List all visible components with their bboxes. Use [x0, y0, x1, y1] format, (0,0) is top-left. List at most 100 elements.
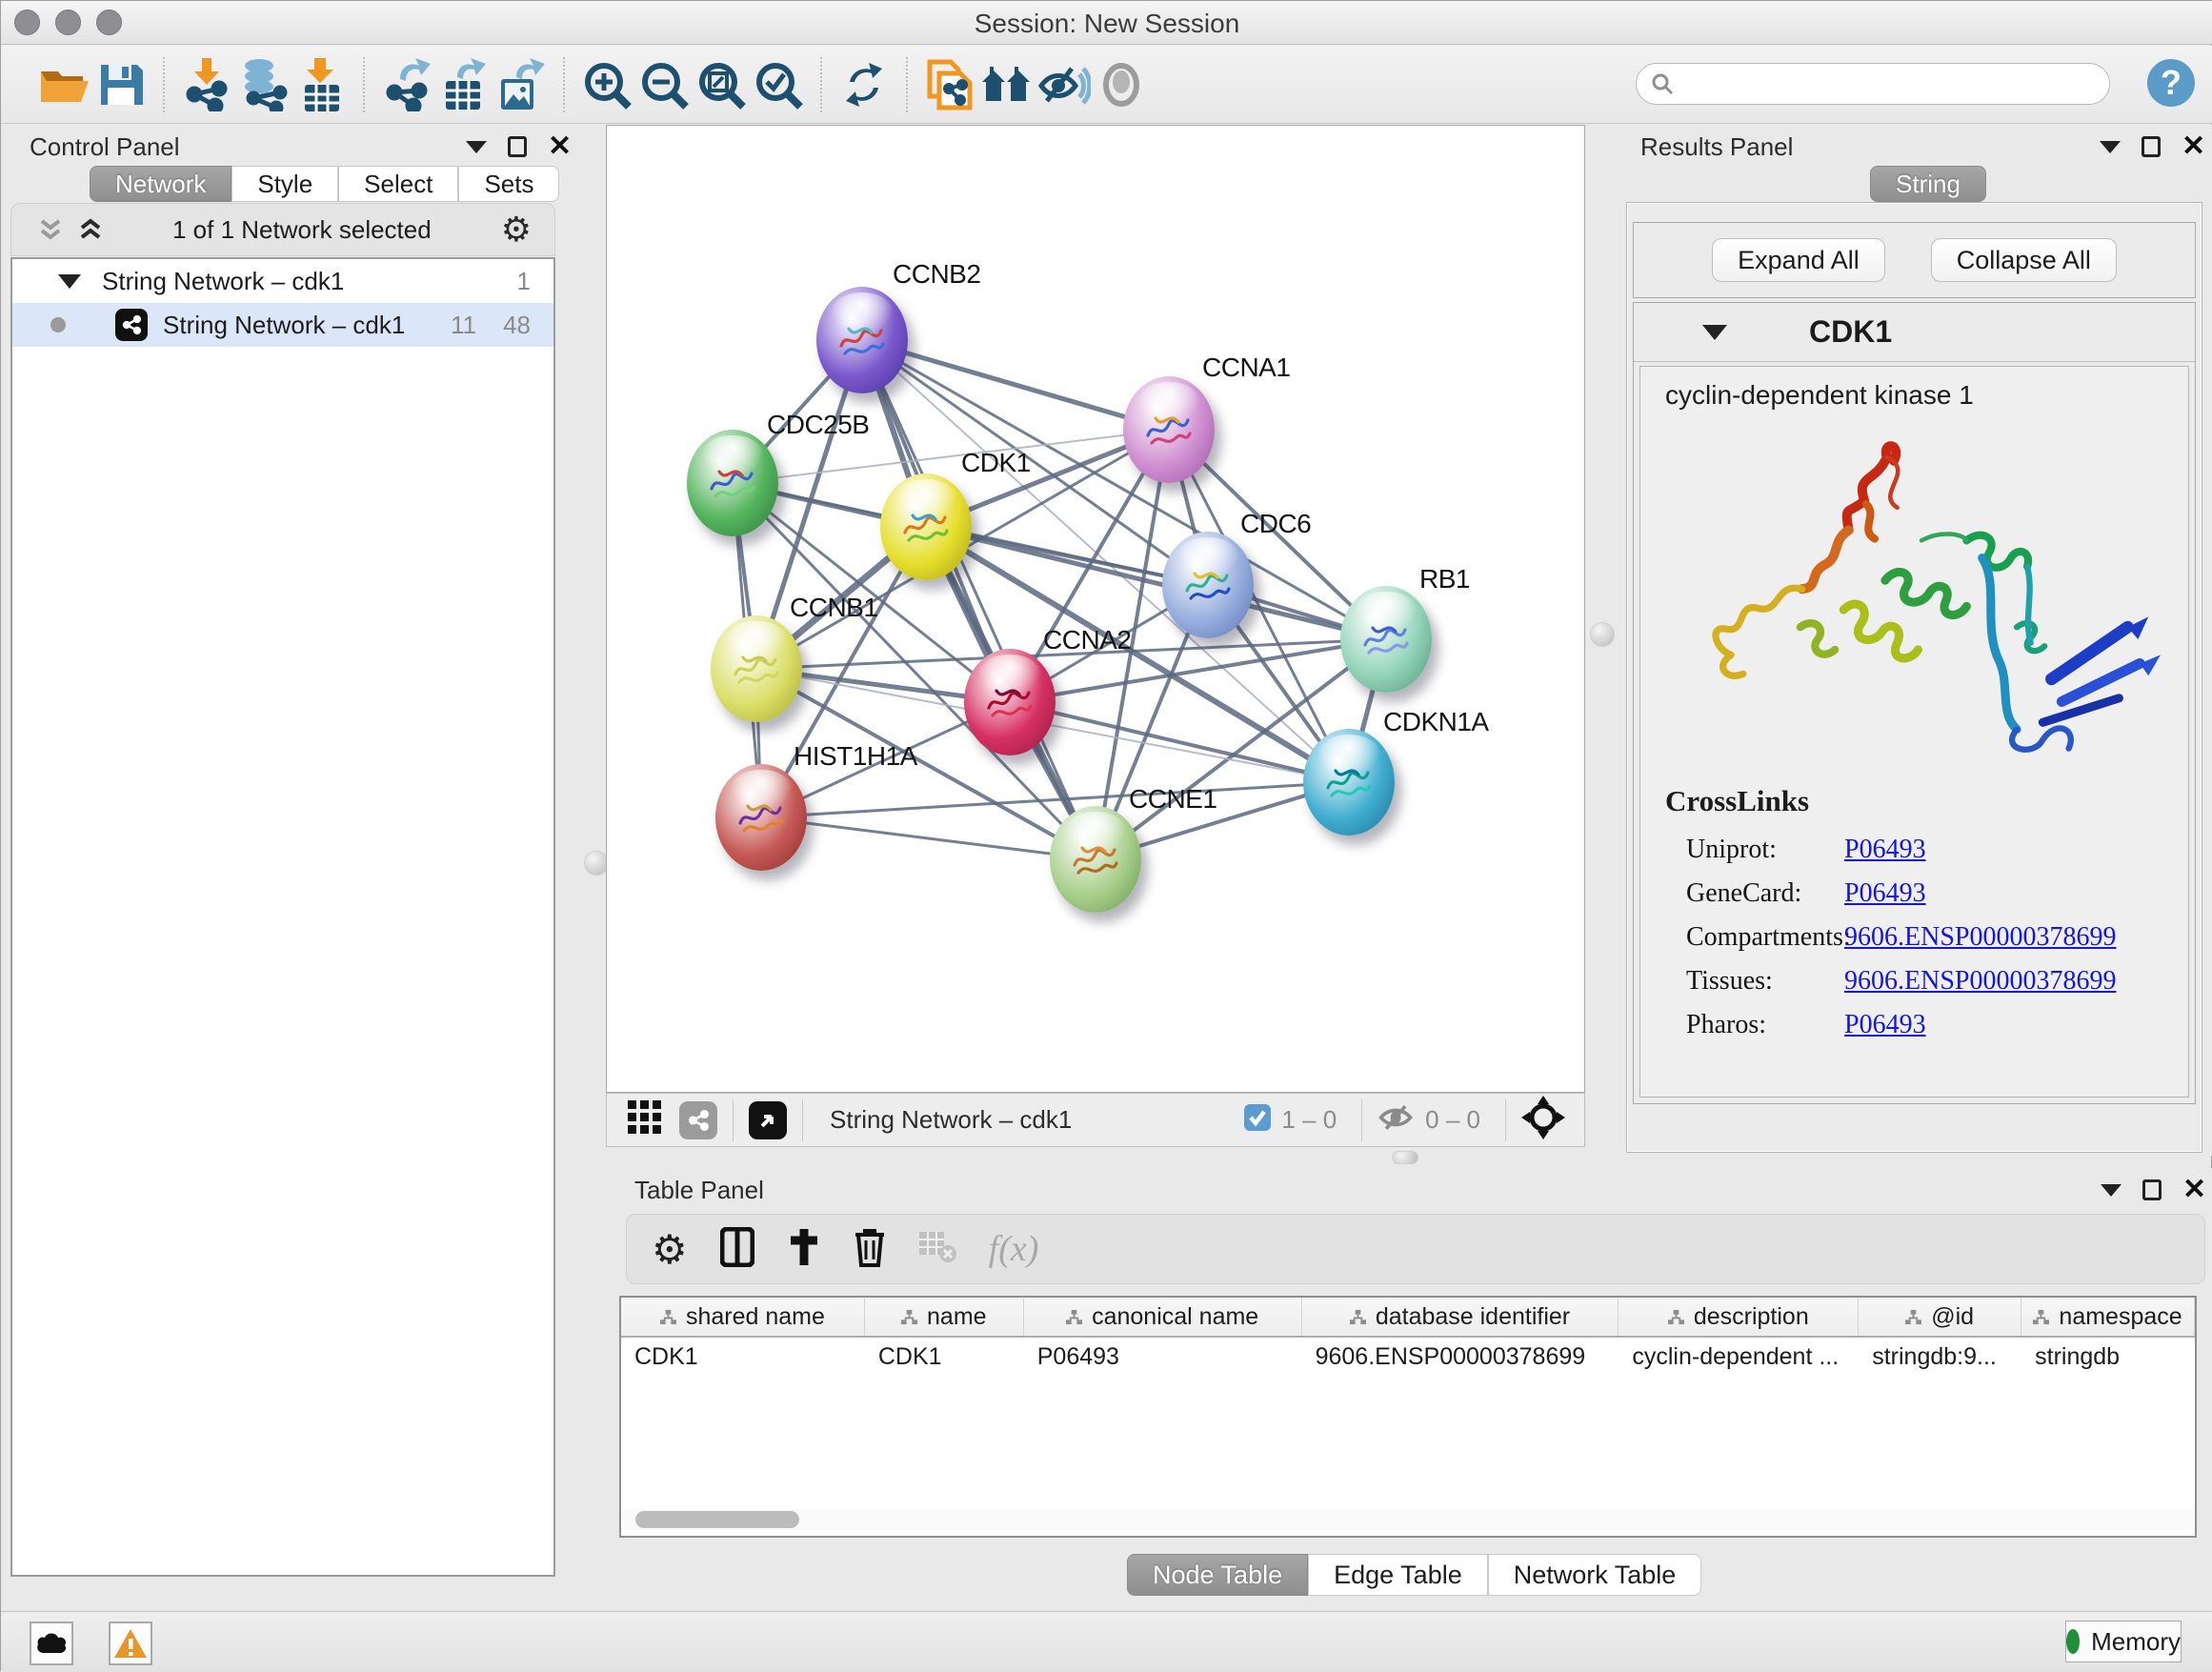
expand-all-networks-icon[interactable]	[78, 217, 103, 242]
network-view-icon[interactable]	[679, 1101, 717, 1139]
zoom-selected-icon[interactable]	[750, 56, 807, 113]
clone-network-style-icon[interactable]	[921, 56, 978, 113]
network-node-CCNA2[interactable]	[964, 649, 1056, 755]
cloud-button[interactable]	[30, 1622, 73, 1665]
table-cell[interactable]: 9606.ENSP00000378699	[1302, 1338, 1619, 1378]
toolbar-search	[1636, 63, 2110, 105]
control-panel-close-icon[interactable]: ✕	[548, 136, 572, 157]
control-panel-float-icon[interactable]	[508, 136, 527, 157]
network-node-RB1[interactable]	[1340, 586, 1432, 693]
network-node-CCNE1[interactable]	[1050, 806, 1141, 913]
network-node-CDC25B[interactable]	[687, 430, 778, 536]
network-collection-row[interactable]: String Network – cdk1 1	[12, 259, 553, 303]
help-icon[interactable]: ?	[2146, 58, 2196, 108]
function-builder-icon[interactable]: f(x)	[989, 1228, 1039, 1270]
delete-column-icon[interactable]	[854, 1227, 886, 1272]
tab-edge-table[interactable]: Edge Table	[1308, 1554, 1488, 1596]
column-header-name[interactable]: name	[865, 1298, 1024, 1336]
tab-select[interactable]: Select	[338, 166, 458, 202]
zoom-in-icon[interactable]	[578, 56, 635, 113]
column-header-namespace[interactable]: namespace	[2021, 1298, 2195, 1336]
string-home-icon[interactable]	[978, 56, 1036, 113]
crosslink-link[interactable]: P06493	[1844, 878, 1926, 909]
save-session-icon[interactable]	[92, 56, 150, 113]
network-node-CDC6[interactable]	[1162, 532, 1254, 638]
hide-unhide-icon[interactable]	[1036, 56, 1093, 113]
network-node-CCNB2[interactable]	[816, 287, 908, 393]
collapse-all-button[interactable]: Collapse All	[1931, 238, 2117, 282]
tab-node-table[interactable]: Node Table	[1127, 1554, 1308, 1596]
collapse-all-networks-icon[interactable]	[38, 217, 63, 242]
network-node-CDKN1A[interactable]	[1303, 729, 1395, 836]
crosslink-link[interactable]: 9606.ENSP00000378699	[1844, 966, 2116, 997]
table-options-gear-icon[interactable]: ⚙	[652, 1226, 688, 1273]
zoom-out-icon[interactable]	[635, 56, 693, 113]
crosslink-link[interactable]: 9606.ENSP00000378699	[1844, 922, 2116, 953]
eye-icon[interactable]	[1093, 56, 1150, 113]
column-header--id[interactable]: @id	[1859, 1298, 2021, 1336]
table-panel-close-icon[interactable]: ✕	[2182, 1179, 2206, 1200]
selected-checkbox-icon[interactable]	[1243, 1103, 1272, 1137]
table-cell[interactable]: cyclin-dependent ...	[1619, 1338, 1859, 1378]
tab-network[interactable]: Network	[90, 166, 231, 202]
open-session-icon[interactable]	[35, 56, 92, 113]
delete-table-icon[interactable]	[918, 1231, 956, 1268]
bottom-splitter-handle[interactable]	[1392, 1151, 1418, 1164]
table-panel-float-icon[interactable]	[2142, 1179, 2162, 1200]
column-header-canonical-name[interactable]: canonical name	[1024, 1298, 1302, 1336]
import-network-database-icon[interactable]	[235, 56, 292, 113]
birdseye-view-icon[interactable]	[749, 1101, 787, 1139]
protein-thumbnail-icon	[727, 785, 795, 854]
column-header-shared-name[interactable]: shared name	[621, 1298, 865, 1336]
network-node-CDK1[interactable]	[880, 473, 972, 580]
network-node-HIST1H1A[interactable]	[715, 764, 807, 871]
results-panel-menu-icon[interactable]	[2100, 141, 2121, 153]
gene-section-expander-icon[interactable]	[1702, 325, 1727, 340]
memory-button[interactable]: Memory	[2065, 1621, 2182, 1662]
results-panel-close-icon[interactable]: ✕	[2182, 136, 2205, 157]
column-header-database-identifier[interactable]: database identifier	[1302, 1298, 1619, 1336]
table-cell[interactable]: CDK1	[865, 1338, 1024, 1378]
network-node-CCNB1[interactable]	[711, 615, 802, 722]
table-cell[interactable]: stringdb	[2021, 1338, 2195, 1378]
tab-sets[interactable]: Sets	[458, 166, 559, 202]
search-input[interactable]	[1675, 67, 2109, 101]
expand-all-button[interactable]: Expand All	[1712, 238, 1885, 282]
table-hscrollbar[interactable]	[622, 1509, 2194, 1530]
node-label-CCNE1: CCNE1	[1129, 784, 1217, 815]
export-table-icon[interactable]	[435, 56, 493, 113]
hidden-eye-icon[interactable]	[1377, 1102, 1416, 1138]
tab-string[interactable]: String	[1870, 166, 1986, 202]
table-row[interactable]: CDK1CDK1P064939606.ENSP00000378699cyclin…	[621, 1338, 2195, 1378]
control-panel-menu-icon[interactable]	[466, 141, 487, 153]
tab-style[interactable]: Style	[231, 166, 338, 202]
refresh-icon[interactable]	[835, 56, 893, 113]
table-cell[interactable]: stringdb:9...	[1859, 1338, 2021, 1378]
pan-crosshair-icon[interactable]	[1521, 1096, 1565, 1144]
network-options-gear-icon[interactable]: ⚙	[501, 210, 532, 250]
table-cell[interactable]: CDK1	[621, 1338, 865, 1378]
results-panel-float-icon[interactable]	[2142, 136, 2161, 157]
table-cell[interactable]: P06493	[1024, 1338, 1302, 1378]
network-node-count: 11	[451, 311, 476, 340]
grid-mode-icon[interactable]	[628, 1100, 662, 1139]
add-column-icon[interactable]	[787, 1227, 821, 1272]
right-splitter-handle[interactable]	[1590, 622, 1615, 647]
network-node-CCNA1[interactable]	[1123, 376, 1215, 483]
zoom-fit-icon[interactable]	[693, 56, 750, 113]
show-columns-icon[interactable]	[720, 1227, 754, 1272]
crosslink-link[interactable]: P06493	[1844, 1010, 1926, 1040]
warnings-button[interactable]	[109, 1622, 152, 1665]
import-table-file-icon[interactable]	[292, 56, 350, 113]
column-header-description[interactable]: description	[1619, 1298, 1859, 1336]
import-network-file-icon[interactable]	[178, 56, 235, 113]
collection-expander-icon[interactable]	[58, 274, 81, 289]
table-panel-title: Table Panel	[634, 1176, 764, 1205]
export-image-icon[interactable]	[493, 56, 550, 113]
export-network-icon[interactable]	[378, 56, 435, 113]
table-panel-menu-icon[interactable]	[2101, 1184, 2122, 1197]
tab-network-table[interactable]: Network Table	[1488, 1554, 1702, 1596]
network-row[interactable]: String Network – cdk1 11 48	[12, 303, 553, 347]
network-canvas[interactable]: CCNB2CCNA1CDC25BCDK1CDC6RB1CCNB1CCNA2CDK…	[606, 125, 1585, 1093]
crosslink-link[interactable]: P06493	[1844, 835, 1926, 865]
